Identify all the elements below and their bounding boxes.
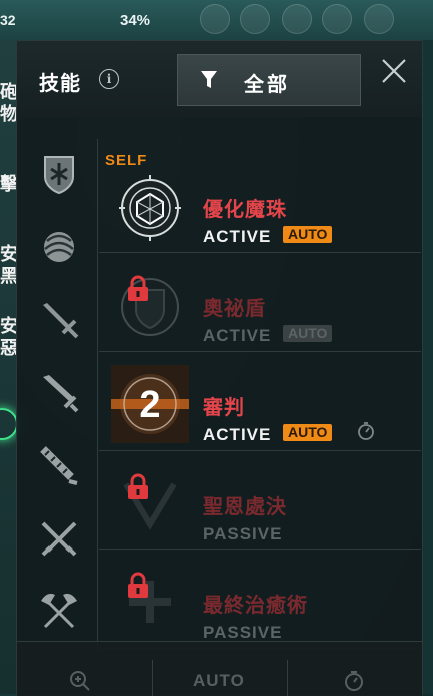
- skill-type: PASSIVE: [203, 623, 283, 642]
- hud-icon[interactable]: [200, 4, 230, 34]
- hud-percent: 34%: [120, 12, 151, 29]
- stopwatch-icon[interactable]: [357, 422, 375, 440]
- hud-level-fragment: 32: [0, 12, 16, 28]
- game-hud-left: 砲 物 擊 安 黑 安 惡: [0, 40, 18, 694]
- skill-row[interactable]: SELF 優化魔珠 ACTIVE AUTO: [99, 152, 421, 253]
- skill-level: 2: [139, 384, 160, 426]
- lock-icon: [128, 275, 148, 301]
- funnel-icon: [201, 71, 217, 88]
- skill-name: 奧祕盾: [203, 298, 266, 320]
- zoom-icon[interactable]: [69, 670, 91, 692]
- skill-row[interactable]: 聖恩處決 PASSIVE: [99, 451, 421, 550]
- game-hud-top: 32 34%: [0, 0, 433, 40]
- hud-icon[interactable]: [322, 4, 352, 34]
- skill-row[interactable]: 2 審判 ACTIVE AUTO: [99, 352, 421, 451]
- self-tag: SELF: [105, 152, 148, 169]
- skill-row[interactable]: 最終治癒術 PASSIVE: [99, 550, 421, 649]
- panel-header: 技能 i 全部: [17, 41, 422, 117]
- skill-type: ACTIVE: [203, 227, 272, 246]
- skill-name: 審判: [203, 397, 245, 419]
- hud-icon[interactable]: [364, 4, 394, 34]
- panel-title: 技能: [39, 73, 81, 95]
- skill-panel: 技能 i 全部 SELF 優化魔珠 ACTIVE AUTO 奧祕盾 ACTIVE…: [16, 40, 423, 696]
- serrated-blade-icon[interactable]: [37, 443, 81, 487]
- close-icon[interactable]: [381, 58, 407, 84]
- bottom-toolbar: AUTO: [17, 641, 422, 696]
- orb-icon[interactable]: [37, 223, 81, 267]
- toolbar-separator: [287, 660, 288, 696]
- skill-name: 優化魔珠: [203, 199, 287, 221]
- info-icon[interactable]: i: [99, 69, 119, 89]
- skill-name: 聖恩處決: [203, 496, 287, 518]
- hud-icon[interactable]: [240, 4, 270, 34]
- crossed-swords-icon[interactable]: [37, 517, 81, 561]
- stopwatch-icon[interactable]: [343, 670, 365, 692]
- sidebar-divider: [97, 139, 98, 649]
- judgment-icon: 2: [111, 365, 189, 443]
- auto-toggle-button[interactable]: AUTO: [193, 671, 245, 691]
- lock-icon: [128, 572, 148, 598]
- auto-badge[interactable]: AUTO: [283, 424, 333, 441]
- sword-icon[interactable]: [37, 297, 81, 341]
- skill-row[interactable]: 奧祕盾 ACTIVE AUTO: [99, 253, 421, 352]
- shield-emblem-icon[interactable]: [37, 151, 81, 195]
- auto-badge: AUTO: [283, 325, 333, 342]
- auto-badge[interactable]: AUTO: [283, 226, 333, 243]
- lock-icon: [128, 473, 148, 499]
- skill-list: SELF 優化魔珠 ACTIVE AUTO 奧祕盾 ACTIVE AUTO 2 …: [99, 139, 421, 649]
- hud-icon[interactable]: [282, 4, 312, 34]
- filter-label: 全部: [244, 74, 290, 96]
- skill-type: PASSIVE: [203, 524, 283, 543]
- skill-name: 最終治癒術: [203, 595, 308, 617]
- toolbar-separator: [152, 660, 153, 696]
- filter-dropdown[interactable]: 全部: [177, 54, 361, 106]
- category-sidebar: [17, 117, 97, 637]
- skill-type: ACTIVE: [203, 326, 272, 345]
- magic-orb-icon: [119, 175, 181, 241]
- greatsword-icon[interactable]: [37, 371, 81, 415]
- crossed-axes-icon[interactable]: [37, 587, 81, 631]
- skill-type: ACTIVE: [203, 425, 272, 444]
